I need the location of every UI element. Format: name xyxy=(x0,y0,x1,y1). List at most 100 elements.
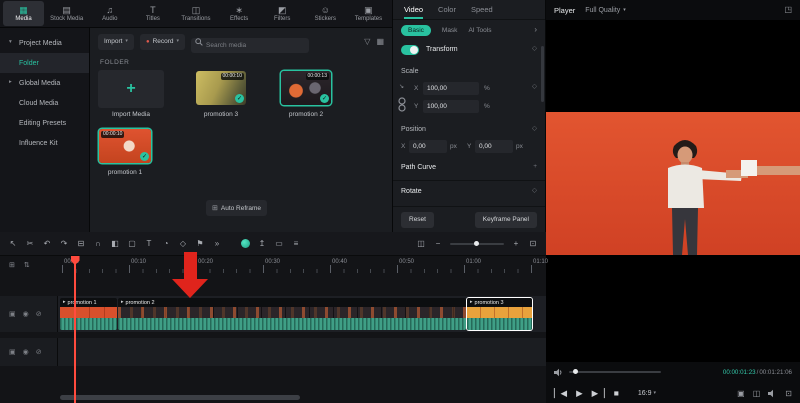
keyframe-panel-button[interactable]: Keyframe Panel xyxy=(475,212,537,228)
zoom-slider-knob[interactable] xyxy=(474,241,479,246)
sidebar-item-editing-presets[interactable]: Editing Presets xyxy=(0,113,89,133)
grid-view-icon[interactable]: ▦ xyxy=(376,38,384,46)
scale-y-input[interactable]: 100,00 xyxy=(423,100,479,113)
select-tool-icon[interactable]: ↖ xyxy=(8,240,18,248)
magnetic-snap-icon[interactable]: ∩ xyxy=(93,240,103,248)
track-lock-icon[interactable]: ▣ xyxy=(9,349,16,356)
keyframe-icon[interactable]: ◇ xyxy=(532,46,537,53)
nav-label: Templates xyxy=(355,16,382,22)
play-button[interactable]: ▶ xyxy=(576,389,583,398)
next-frame-button[interactable]: ▶▕ xyxy=(592,389,605,398)
add-icon[interactable]: + xyxy=(533,164,537,171)
media-item-promotion-1[interactable]: 00:00:10 ✓ xyxy=(99,129,151,163)
sidebar-item-folder[interactable]: Folder xyxy=(0,53,89,73)
nav-item-audio[interactable]: ♫ Audio xyxy=(89,1,130,26)
sidebar-item-project-media[interactable]: ▾ Project Media xyxy=(0,33,89,53)
timeline-clip-promotion-2[interactable]: ▸ promotion 2 xyxy=(118,298,466,330)
volume-slider[interactable] xyxy=(569,371,661,373)
detach-player-icon[interactable]: ◳ xyxy=(784,6,792,14)
speed-icon[interactable]: ◔ xyxy=(161,240,171,248)
keyframe-icon[interactable]: ◇ xyxy=(532,84,537,91)
dual-screen-icon[interactable]: ◫ xyxy=(753,390,761,398)
tab-video[interactable]: Video xyxy=(404,5,423,14)
reset-button[interactable]: Reset xyxy=(401,212,434,228)
keyframe-icon[interactable]: ◇ xyxy=(532,188,537,195)
fit-timeline-icon[interactable]: ⊡ xyxy=(528,240,538,248)
position-y-input[interactable]: 0,00 xyxy=(475,140,513,153)
search-input[interactable] xyxy=(191,38,309,53)
mute-icon[interactable] xyxy=(768,389,777,398)
subtab-basic[interactable]: Basic xyxy=(401,25,431,36)
timeline-ruler[interactable]: ⊞ ⇅ 00:00 00:10 00:20 00:30 00:40 00:50 … xyxy=(0,256,546,274)
sidebar-item-influence-kit[interactable]: Influence Kit xyxy=(0,133,89,153)
aspect-ratio-dropdown[interactable]: 16:9 ▾ xyxy=(638,390,656,397)
crop-icon[interactable]: ▢ xyxy=(127,240,137,248)
chevron-more-icon[interactable]: › xyxy=(534,26,537,34)
speaker-icon[interactable] xyxy=(554,368,563,377)
nav-item-stock-media[interactable]: ▤ Stock Media xyxy=(46,1,87,26)
text-tool-icon[interactable]: T xyxy=(144,240,154,248)
nav-item-filters[interactable]: ◩ Filters xyxy=(262,1,303,26)
auto-reframe-button[interactable]: ⊞ Auto Reframe xyxy=(206,200,267,216)
track-mute-icon[interactable]: ⊘ xyxy=(36,349,42,356)
sidebar-item-global-media[interactable]: ▸ Global Media xyxy=(0,73,89,93)
nav-item-titles[interactable]: T Titles xyxy=(132,1,173,26)
track-visibility-icon[interactable]: ◉ xyxy=(23,349,29,356)
delete-icon[interactable]: ⊟ xyxy=(76,240,86,248)
timeline-zoom-slider[interactable] xyxy=(450,243,504,245)
media-item-label: promotion 1 xyxy=(94,169,156,176)
redo-icon[interactable]: ↷ xyxy=(59,240,69,248)
timeline-clip-promotion-1[interactable]: ▸ promotion 1 xyxy=(60,298,117,330)
snapshot-icon[interactable]: ▣ xyxy=(737,390,745,398)
razor-tool-icon[interactable]: ✂ xyxy=(25,240,35,248)
export-clip-icon[interactable]: ↥ xyxy=(257,240,267,248)
timeline-scrollbar[interactable] xyxy=(60,395,300,400)
tab-speed[interactable]: Speed xyxy=(471,5,493,14)
undo-icon[interactable]: ↶ xyxy=(42,240,52,248)
media-item-promotion-2[interactable]: 00:00:13 ✓ xyxy=(281,71,331,105)
previous-frame-button[interactable]: ▏◀ xyxy=(554,389,567,398)
split-icon[interactable]: ◧ xyxy=(110,240,120,248)
track-mute-icon[interactable]: ⊘ xyxy=(36,311,42,318)
audio-mixer-icon[interactable]: ≡ xyxy=(291,240,301,248)
track-scroll-icon[interactable]: ⇅ xyxy=(24,262,30,269)
quality-dropdown[interactable]: Full Quality ▾ xyxy=(585,7,626,14)
nav-item-stickers[interactable]: ☺ Stickers xyxy=(305,1,346,26)
subtab-ai-tools[interactable]: AI Tools xyxy=(468,27,491,34)
nav-item-templates[interactable]: ▣ Templates xyxy=(348,1,389,26)
nav-item-effects[interactable]: ∗ Effects xyxy=(219,1,260,26)
keyframe-icon[interactable]: ◇ xyxy=(532,126,537,133)
filter-icon[interactable]: ▽ xyxy=(364,38,370,46)
nav-item-media[interactable]: ▦ Media xyxy=(3,1,44,26)
track-lock-icon[interactable]: ▣ xyxy=(9,311,16,318)
chevron-down-icon: ▾ xyxy=(125,39,128,44)
render-preview-button[interactable] xyxy=(241,239,250,248)
zoom-out-icon[interactable]: − xyxy=(433,240,443,248)
record-button[interactable]: ● Record ▾ xyxy=(140,34,185,50)
import-button[interactable]: Import ▾ xyxy=(98,34,134,50)
import-media-tile[interactable]: + xyxy=(98,70,164,108)
playhead[interactable] xyxy=(74,256,76,403)
nav-item-transitions[interactable]: ◫ Transitions xyxy=(175,1,216,26)
volume-slider-knob[interactable] xyxy=(573,369,578,374)
properties-scrollbar[interactable] xyxy=(541,46,544,102)
subtab-mask[interactable]: Mask xyxy=(442,27,458,34)
preview-window-icon[interactable]: ◫ xyxy=(416,240,426,248)
keyframe-tool-icon[interactable]: ◇ xyxy=(178,240,188,248)
zoom-in-icon[interactable]: + xyxy=(511,240,521,248)
sidebar-item-cloud-media[interactable]: Cloud Media xyxy=(0,93,89,113)
media-item-promotion-3[interactable]: 00:00:10 ✓ xyxy=(196,71,246,105)
marker-icon[interactable]: ⚑ xyxy=(195,240,205,248)
fullscreen-icon[interactable]: ⊡ xyxy=(785,390,792,398)
position-x-input[interactable]: 0,00 xyxy=(409,140,447,153)
audio-track-lane[interactable] xyxy=(58,338,546,366)
timeline-clip-promotion-3[interactable]: ▸ promotion 3 xyxy=(467,298,532,330)
transform-toggle[interactable] xyxy=(401,45,419,55)
screen-record-icon[interactable]: ▭ xyxy=(274,240,284,248)
more-tools-icon[interactable]: » xyxy=(212,240,222,248)
tab-color[interactable]: Color xyxy=(438,5,456,14)
track-visibility-icon[interactable]: ◉ xyxy=(23,311,29,318)
scale-x-input[interactable]: 100,00 xyxy=(423,82,479,95)
manage-tracks-icon[interactable]: ⊞ xyxy=(9,262,15,269)
stop-button[interactable]: ■ xyxy=(614,389,619,398)
